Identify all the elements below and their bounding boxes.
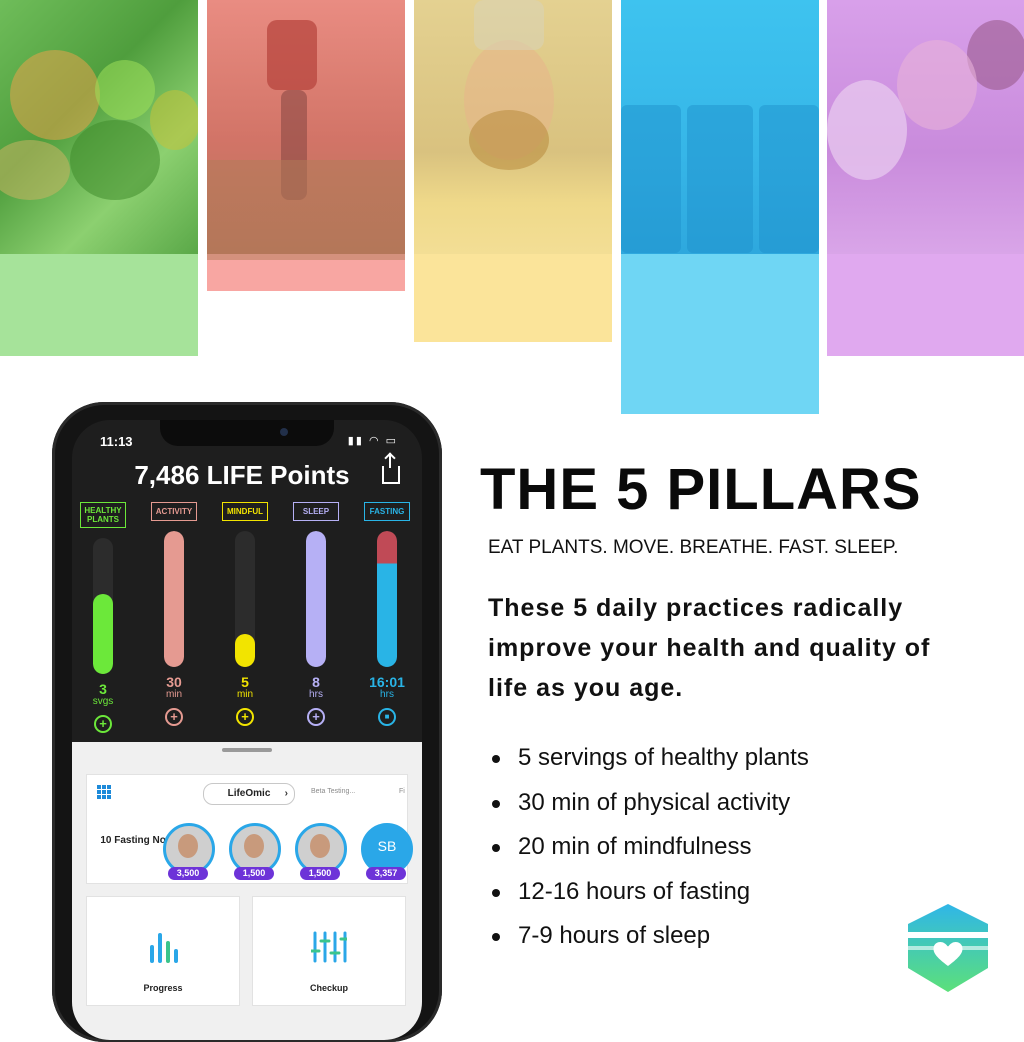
photo-column-fasting [621,0,819,414]
pillar-mindful: MINDFUL 5 min + [222,502,268,726]
pillar-healthy-plants: HEALTHY PLANTS 3 svgs + [80,502,126,733]
pillar-unit: hrs [309,689,323,700]
pillar-tag: MINDFUL [222,502,268,521]
progress-label: Progress [143,983,183,993]
stop-icon[interactable]: ■ [378,708,396,726]
page-title: THE 5 PILLARS [480,457,922,522]
pillar-progress-fill [377,531,397,667]
avatar-3-badge: 1,500 [300,867,340,880]
pillar-value: 8 [312,674,320,690]
pillar-progress-track [164,531,184,667]
photo-column-mindful [414,0,612,342]
avatar-4-badge: 3,357 [366,867,406,880]
pillar-value: 16:01 [369,674,405,690]
sheet-handle[interactable] [222,748,272,752]
photo-column-plants [0,0,198,356]
avatar-4[interactable]: SB 3,357 [361,823,413,880]
avatar-2-badge: 1,500 [234,867,274,880]
pillar-progress-track [93,538,113,674]
pillar-sleep: SLEEP 8 hrs + [293,502,339,726]
signal-wifi-battery-icon: ▮▮ ◠ ▭ [347,435,398,447]
alarm-clock-photo [827,0,1024,254]
list-item: 20 min of mindfulness [492,825,809,870]
camera-icon [280,428,288,436]
status-time: 11:13 [100,434,133,449]
pillar-tag: HEALTHY PLANTS [80,502,126,528]
photo-column-activity [207,0,405,291]
pillar-unit: svgs [92,696,114,707]
community-card: LifeOmic › Beta Testing... Fi 10 Fasting … [86,774,413,884]
vegetables-photo [0,0,198,254]
checkup-label: Checkup [309,983,348,993]
pillar-progress-fill [306,531,326,667]
bottom-sheet: LifeOmic › Beta Testing... Fi 10 Fasting … [72,742,422,1040]
pillar-value: 5 [241,674,249,690]
pillar-value: 30 [166,674,182,690]
lifeomic-logo-icon [908,904,988,992]
avatar-2[interactable]: 1,500 [229,823,281,880]
pillar-list: 5 servings of healthy plants 30 min of p… [492,736,809,959]
photo-column-sleep [827,0,1024,356]
pillar-unit: hrs [380,689,394,700]
avatar-3[interactable]: 1,500 [295,823,347,880]
chevron-right-icon: › [284,788,288,799]
pillar-progress-fill [235,634,255,667]
meditation-photo [414,0,612,254]
subtitle: EAT PLANTS. MOVE. BREATHE. FAST. SLEEP. [488,537,899,558]
pillar-progress-fill [93,594,113,674]
hiker-photo [207,0,405,260]
add-icon[interactable]: + [236,708,254,726]
pillar-tag: ACTIVITY [151,502,197,521]
checkup-tile[interactable]: Checkup [252,896,406,1006]
phone-screen: 11:13 ▮▮ ◠ ▭ 7,486 LIFE Points HEALTHY P… [72,420,422,1040]
tagline: These 5 daily practices radically improv… [488,594,931,702]
pillar-unit: min [165,689,183,700]
list-item: 30 min of physical activity [492,781,809,826]
tab-lifeomic[interactable]: LifeOmic › [203,783,295,805]
pillar-activity: ACTIVITY 30 min + [151,502,197,726]
life-points-title: 7,486 LIFE Points [134,460,350,490]
phone-notch [160,420,334,446]
avatar-1-badge: 3,500 [168,867,208,880]
water-glasses-photo [621,0,819,254]
list-item: 5 servings of healthy plants [492,736,809,781]
add-icon[interactable]: + [307,708,325,726]
list-item: 12-16 hours of fasting [492,870,809,915]
pillar-fasting: FASTING 16:01 hrs ■ [364,502,410,726]
sliders-icon [311,931,347,963]
add-icon[interactable]: + [94,715,112,733]
pillar-progress-track [235,531,255,667]
avatar-1[interactable]: 3,500 [163,823,215,880]
list-item: 7-9 hours of sleep [492,914,809,959]
phone-mockup: 11:13 ▮▮ ◠ ▭ 7,486 LIFE Points HEALTHY P… [52,402,442,1042]
tab-more[interactable]: Fi [399,788,405,795]
pillar-unit: min [236,689,254,700]
pillar-progress-track [306,531,326,667]
tab-beta-testing[interactable]: Beta Testing... [311,788,355,795]
pillar-tag: SLEEP [293,502,339,521]
apps-grid-icon[interactable] [97,785,111,799]
progress-tile[interactable]: Progress [86,896,240,1006]
avatar-4-initials: SB [377,838,397,854]
pillar-progress-fill [164,531,184,667]
share-icon[interactable] [382,454,400,484]
pillar-progress-track [377,531,397,667]
pillar-tag: FASTING [364,502,410,521]
bar-chart-icon [150,933,178,963]
add-icon[interactable]: + [165,708,183,726]
pillar-value: 3 [99,681,107,697]
